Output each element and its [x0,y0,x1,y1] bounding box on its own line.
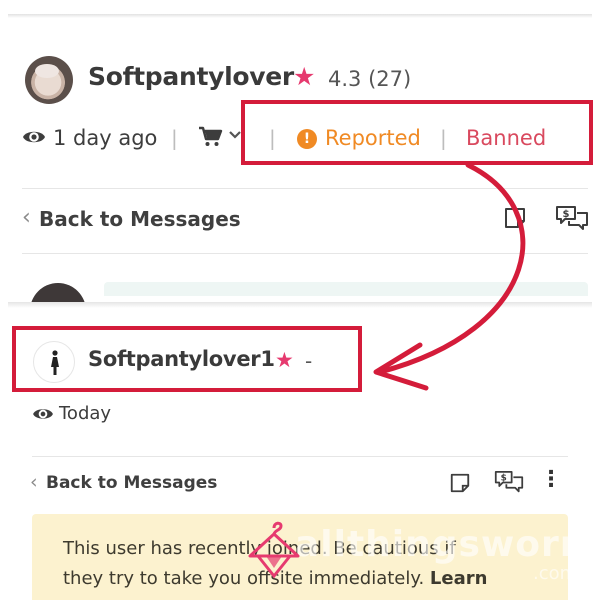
learn-more-link[interactable]: Learn [430,568,488,589]
last-seen: Today [59,403,112,424]
rating-value: 4.3 [328,67,362,91]
back-to-messages-link[interactable]: Back to Messages [46,473,217,493]
note-icon[interactable] [503,206,527,234]
divider [22,253,588,254]
money-chat-icon[interactable]: $ [494,470,524,499]
avatar[interactable] [25,56,73,104]
chevron-left-icon[interactable]: ‹ [22,205,31,230]
svg-text:$: $ [501,474,507,484]
hanger-logo-icon [248,521,300,579]
money-chat-icon[interactable]: $ [555,205,589,237]
reported-banned-highlight [241,100,593,165]
back-to-messages-link[interactable]: Back to Messages [39,207,241,231]
watermark-text: allthingsworn [295,524,587,565]
screenshot-divider [8,302,592,308]
cart-icon[interactable] [198,126,224,152]
eye-icon [22,127,46,151]
profile-rating: 4.3 (27) [328,67,411,91]
svg-text:$: $ [563,209,570,220]
profile-username[interactable]: Softpantylover [88,62,294,91]
star-icon: ★ [293,62,316,91]
watermark-suffix: .com [533,563,578,584]
note-icon[interactable] [449,472,471,498]
eye-icon [32,405,54,427]
divider [32,456,568,457]
more-options-icon[interactable]: ⋮ [540,469,562,491]
review-count: (27) [368,67,412,91]
last-seen: 1 day ago [53,126,158,150]
chevron-down-icon[interactable] [228,128,242,144]
screenshot-top-edge [8,14,592,18]
divider [22,188,588,189]
chevron-left-icon[interactable]: ‹ [30,471,38,493]
separator: | [171,126,178,150]
new-account-highlight [12,326,362,392]
message-preview [104,282,588,296]
